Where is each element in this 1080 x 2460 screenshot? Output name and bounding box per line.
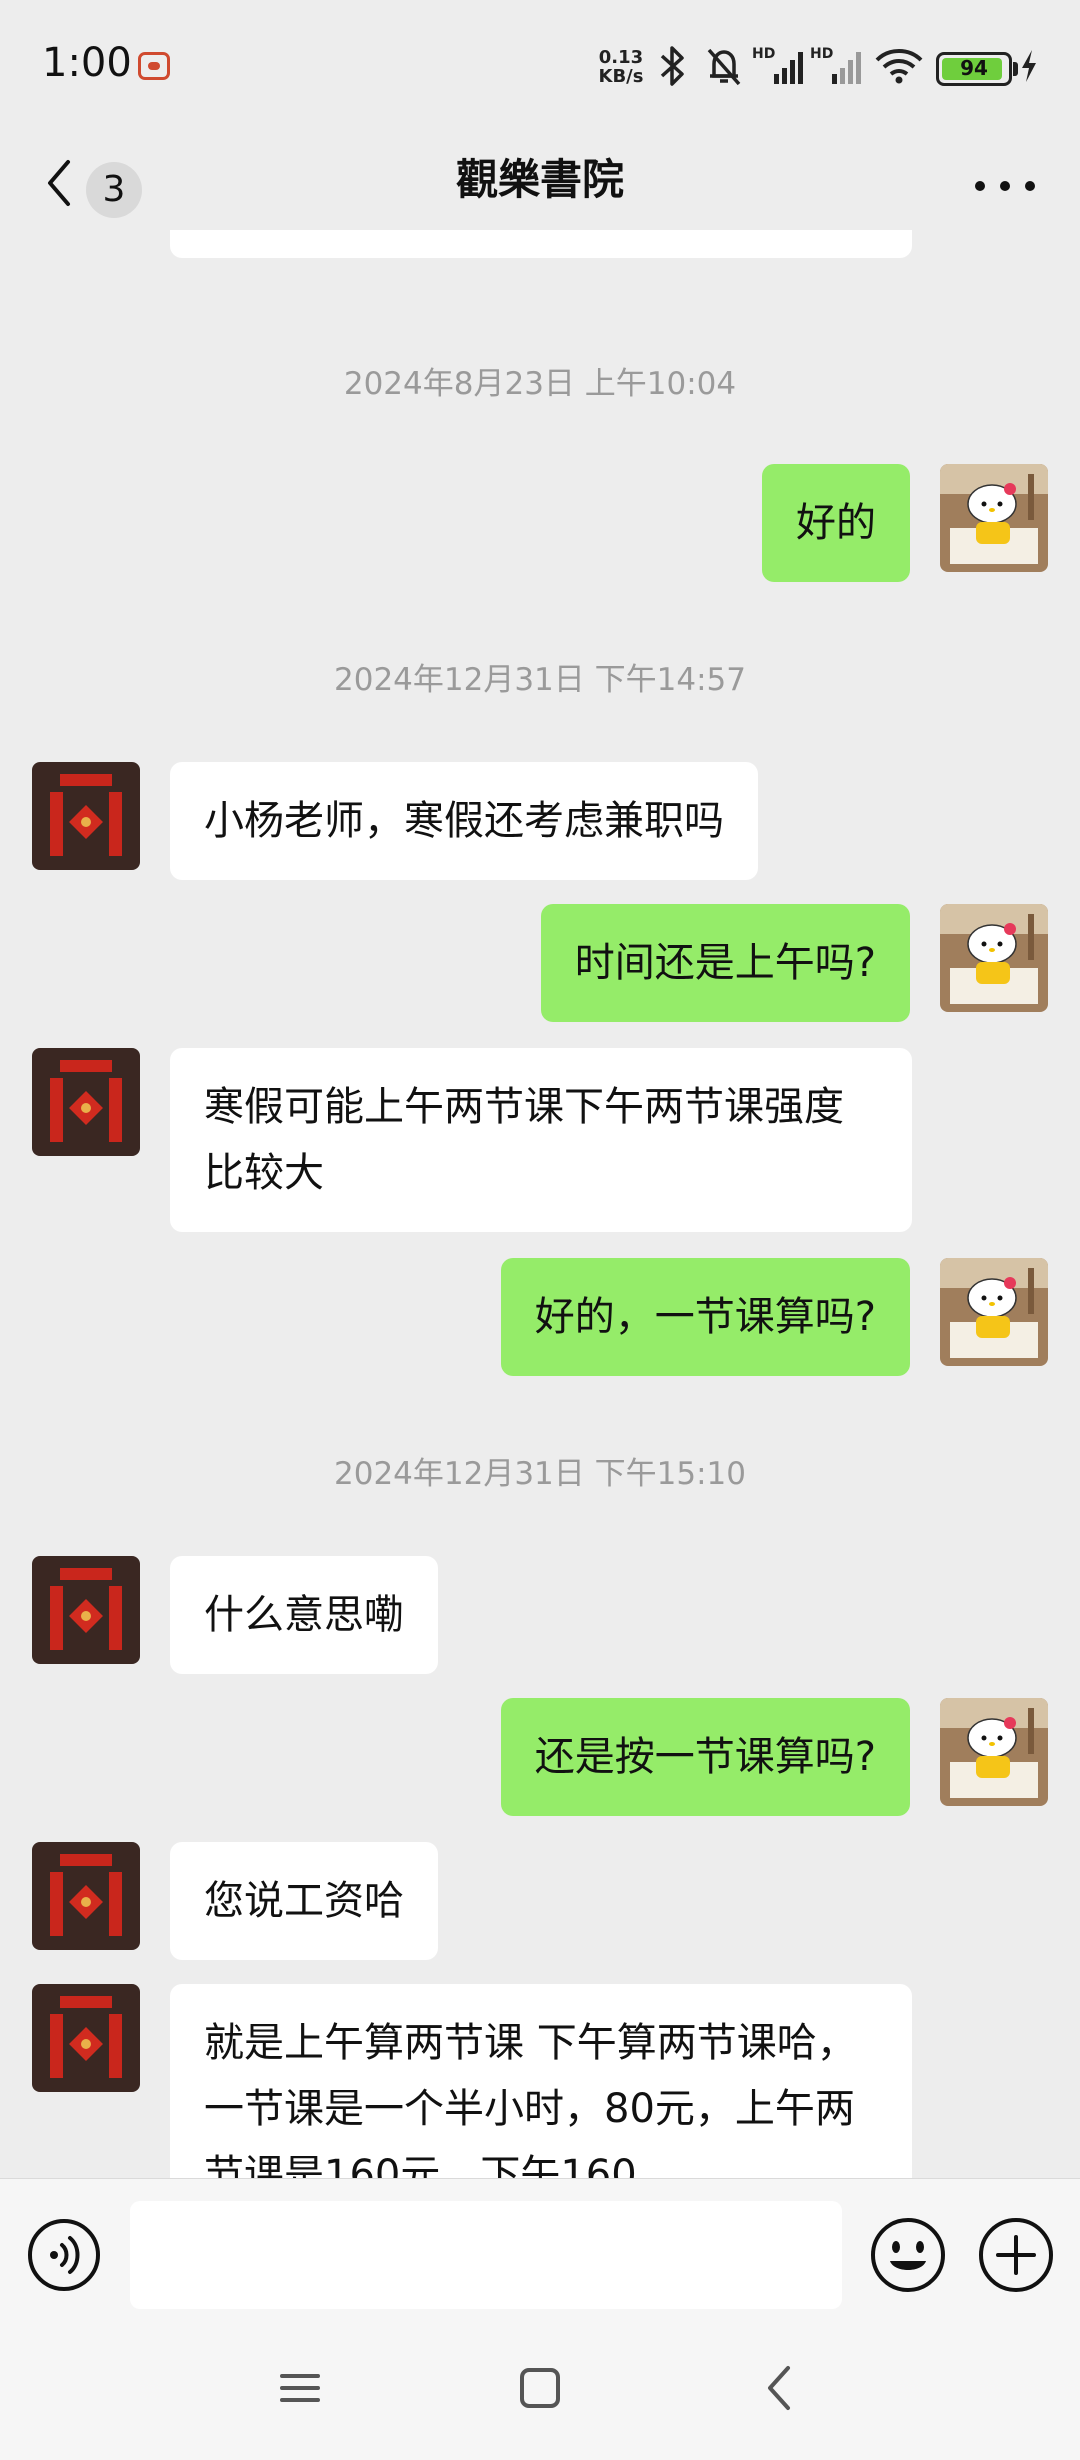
- outgoing-message-bubble[interactable]: 好的，一节课算吗?: [500, 1258, 910, 1376]
- outgoing-message-bubble[interactable]: 时间还是上午吗?: [540, 904, 910, 1022]
- hd-label-2: HD: [810, 46, 833, 62]
- outgoing-message-bubble[interactable]: 还是按一节课算吗?: [500, 1698, 910, 1816]
- contact-avatar[interactable]: [32, 1048, 140, 1156]
- my-avatar[interactable]: [940, 1698, 1048, 1806]
- battery-level-text: 94: [960, 56, 988, 80]
- home-square-icon[interactable]: [510, 2358, 570, 2418]
- system-nav-bar: [0, 2328, 1080, 2460]
- fu-couplet-avatar-icon: [32, 1556, 140, 1664]
- message-timestamp: 2024年12月31日 下午14:57: [334, 662, 746, 698]
- incoming-message-bubble[interactable]: 小杨老师，寒假还考虑兼职吗: [170, 762, 758, 880]
- chat-message-list[interactable]: 2024年8月23日 上午10:04 好的 2024年12月31日 下午14:5…: [0, 230, 1080, 2180]
- hd-signal-icon-2: HD: [810, 46, 861, 84]
- hello-kitty-avatar-icon: [940, 1258, 1048, 1366]
- hello-kitty-avatar-icon: [940, 464, 1048, 572]
- hd-signal-icon: HD: [752, 46, 803, 84]
- menu-icon[interactable]: [270, 2358, 330, 2418]
- message-text: 时间还是上午吗?: [574, 940, 876, 986]
- status-bar: 1:00 0.13 KB/s HD HD 94: [0, 0, 1080, 130]
- message-text: 小杨老师，寒假还考虑兼职吗: [204, 798, 724, 844]
- fu-couplet-avatar-icon: [32, 1048, 140, 1156]
- network-speed-value: 0.13: [598, 47, 644, 68]
- hd-label: HD: [752, 46, 775, 62]
- cut-off-message-bubble[interactable]: [170, 230, 912, 258]
- chat-title: 觀樂書院: [455, 155, 624, 204]
- network-speed: 0.13 KB/s: [596, 48, 646, 86]
- outgoing-message-bubble[interactable]: 好的: [762, 464, 910, 582]
- incoming-message-bubble[interactable]: 什么意思嘞: [170, 1556, 438, 1674]
- emoji-icon[interactable]: [868, 2215, 948, 2295]
- contact-avatar[interactable]: [32, 1984, 140, 2092]
- message-text: 好的: [796, 500, 876, 546]
- more-dots-icon[interactable]: [970, 160, 1040, 204]
- fu-couplet-avatar-icon: [32, 1842, 140, 1950]
- message-text: 还是按一节课算吗?: [534, 1734, 876, 1780]
- message-text: 什么意思嘞: [204, 1592, 404, 1638]
- incoming-message-bubble[interactable]: 就是上午算两节课 下午算两节课哈，一节课是一个半小时，80元，上午两节课是160…: [170, 1984, 912, 2180]
- back-chevron-icon[interactable]: [750, 2358, 810, 2418]
- battery-icon: 94: [936, 52, 1012, 86]
- message-text: 好的，一节课算吗?: [534, 1294, 876, 1340]
- chat-header: 3 觀樂書院: [0, 130, 1080, 230]
- message-timestamp: 2024年12月31日 下午15:10: [334, 1456, 746, 1492]
- message-timestamp: 2024年8月23日 上午10:04: [343, 366, 737, 402]
- contact-avatar[interactable]: [32, 1556, 140, 1664]
- fu-couplet-avatar-icon: [32, 1984, 140, 2092]
- hello-kitty-avatar-icon: [940, 1698, 1048, 1806]
- contact-avatar[interactable]: [32, 1842, 140, 1950]
- message-text: 就是上午算两节课 下午算两节课哈，一节课是一个半小时，80元，上午两节课是160…: [204, 2020, 857, 2180]
- message-text: 您说工资哈: [204, 1878, 404, 1924]
- fu-couplet-avatar-icon: [32, 762, 140, 870]
- message-text: 寒假可能上午两节课下午两节课强度比较大: [204, 1084, 844, 1196]
- incoming-message-bubble[interactable]: 寒假可能上午两节课下午两节课强度比较大: [170, 1048, 912, 1232]
- bluetooth-icon: [660, 46, 684, 86]
- contact-avatar[interactable]: [32, 762, 140, 870]
- my-avatar[interactable]: [940, 1258, 1048, 1366]
- plus-circle-icon[interactable]: [976, 2215, 1056, 2295]
- incoming-message-bubble[interactable]: 您说工资哈: [170, 1842, 438, 1960]
- message-input[interactable]: [130, 2201, 842, 2309]
- voice-icon[interactable]: [26, 2217, 102, 2293]
- app-notification-icon: [138, 52, 170, 80]
- network-speed-unit: KB/s: [598, 66, 644, 87]
- my-avatar[interactable]: [940, 904, 1048, 1012]
- wifi-icon: [875, 49, 923, 84]
- mute-bell-icon: [707, 48, 741, 86]
- hello-kitty-avatar-icon: [940, 904, 1048, 1012]
- status-time: 1:00: [42, 40, 132, 86]
- charging-icon: [1022, 50, 1036, 82]
- message-input-bar: [0, 2178, 1080, 2328]
- my-avatar[interactable]: [940, 464, 1048, 572]
